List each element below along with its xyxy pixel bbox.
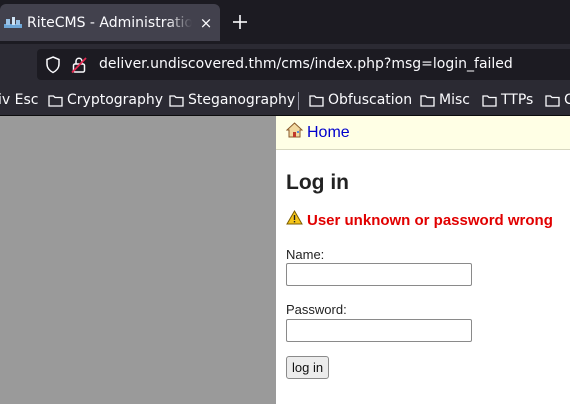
bookmark-label: Obfuscation [328,92,413,108]
bookmark-folder-steganography[interactable]: Steganography [169,92,295,108]
bookmark-item[interactable]: iv Esc [0,92,38,108]
folder-icon [309,94,324,107]
url-text[interactable]: deliver.undiscovered.thm/cms/index.php?m… [99,56,513,72]
name-label: Name: [286,247,325,262]
ritecms-favicon-icon [4,16,22,30]
page-title: Log in [286,171,349,194]
bookmark-folder-cryptography[interactable]: Cryptography [48,92,163,108]
bookmark-folder-misc[interactable]: Misc [420,92,470,108]
login-button[interactable]: log in [286,356,330,379]
tab-close-icon[interactable]: × [198,14,214,32]
bookmark-folder-ttps[interactable]: TTPs [482,92,533,108]
home-link[interactable]: Home [307,124,350,142]
folder-icon [420,94,435,107]
bookmark-label: Cryptography [67,92,164,108]
warning-icon [286,209,303,230]
bookmark-separator [298,92,299,110]
home-icon[interactable] [285,122,304,143]
bookmark-folder-obfuscation[interactable]: Obfuscation [309,92,412,108]
address-bar[interactable]: deliver.undiscovered.thm/cms/index.php?m… [37,49,570,80]
tab-bar: RiteCMS - Administration × [0,0,570,44]
new-tab-plus-icon[interactable] [230,12,250,32]
gray-side-panel [0,116,276,404]
navigation-bar: deliver.undiscovered.thm/cms/index.php?m… [0,44,570,85]
home-bar: Home [276,116,570,150]
folder-icon [169,94,184,107]
error-message: User unknown or password wrong [286,209,553,230]
bookmark-label: C [564,92,570,108]
active-tab[interactable]: RiteCMS - Administration × [0,4,220,41]
folder-icon [545,94,560,107]
folder-icon [482,94,497,107]
bookmark-label: Misc [439,92,470,108]
tab-title: RiteCMS - Administration [27,14,192,31]
login-panel: Home Log in User unknown or password wro… [276,116,570,404]
name-field[interactable] [286,263,472,286]
password-label: Password: [286,302,347,317]
password-field[interactable] [286,319,472,342]
bookmarks-toolbar: iv Esc Cryptography Steganography Obfusc… [0,85,570,116]
bookmark-folder-c[interactable]: C [545,92,570,108]
bookmark-label: TTPs [501,92,534,108]
tracking-shield-icon[interactable] [45,56,61,74]
bookmark-label: Steganography [188,92,296,108]
bookmark-label: iv Esc [0,92,39,108]
folder-icon [48,94,63,107]
insecure-lock-icon[interactable] [71,56,87,74]
error-text: User unknown or password wrong [307,211,553,229]
